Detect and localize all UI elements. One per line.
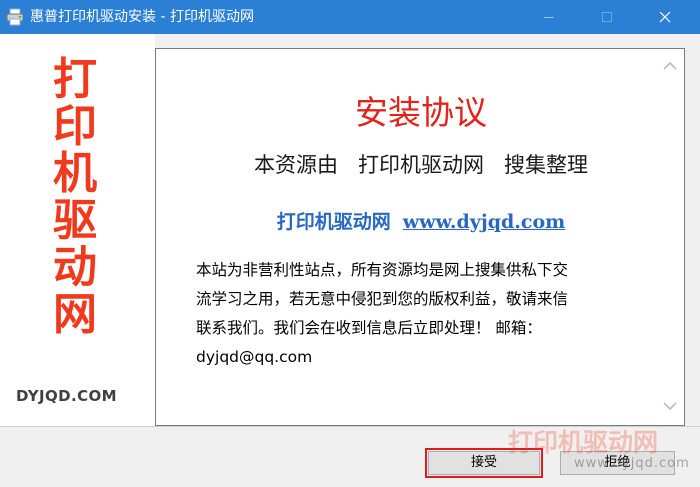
chevron-down-icon xyxy=(662,396,677,415)
minimize-icon xyxy=(543,8,555,27)
agreement-subtitle: 本资源由 打印机驱动网 搜集整理 xyxy=(253,153,589,177)
accept-button[interactable]: 接受 xyxy=(425,448,543,478)
scroll-up-button[interactable] xyxy=(655,49,684,81)
close-button[interactable] xyxy=(642,0,688,34)
brand-char: 机 xyxy=(53,148,97,199)
brand-vertical-text: 打 印 机 驱 动 网 xyxy=(47,56,103,338)
site-url-link[interactable]: www.dyjqd.com xyxy=(403,211,566,233)
printer-app-icon xyxy=(6,8,24,26)
close-icon xyxy=(659,8,671,27)
agreement-text-box[interactable]: 安装协议 本资源由 打印机驱动网 搜集整理 打印机驱动网 www.dyjqd.co… xyxy=(155,48,685,426)
chevron-up-icon xyxy=(662,56,677,75)
maximize-icon xyxy=(601,8,613,27)
brand-char: 打 xyxy=(53,54,97,105)
brand-char: 动 xyxy=(53,242,97,293)
scroll-down-button[interactable] xyxy=(655,389,684,421)
brand-char: 印 xyxy=(53,101,97,152)
title-bar[interactable]: 惠普打印机驱动安装 - 打印机驱动网 xyxy=(0,0,700,34)
brand-char: 网 xyxy=(53,289,97,340)
agreement-title: 安装协议 xyxy=(355,93,487,132)
brand-domain: DYJQD.COM xyxy=(16,387,117,405)
brand-char: 驱 xyxy=(53,195,97,246)
site-link-row: 打印机驱动网 www.dyjqd.com xyxy=(186,209,656,235)
minimize-button[interactable] xyxy=(526,0,572,34)
agreement-body: 本站为非营利性站点，所有资源均是网上搜集供私下交流学习之用，若无意中侵犯到您的版… xyxy=(196,261,569,366)
installer-window: 惠普打印机驱动安装 - 打印机驱动网 打 印 机 驱 动 网 DYJQD.COM xyxy=(0,0,700,487)
site-name: 打印机驱动网 xyxy=(276,211,391,233)
reject-button[interactable]: 拒绝 xyxy=(560,451,675,475)
vertical-scrollbar[interactable] xyxy=(655,49,684,425)
brand-sidebar: 打 印 机 驱 动 网 DYJQD.COM xyxy=(0,34,155,426)
maximize-button[interactable] xyxy=(584,0,630,34)
button-bar-divider xyxy=(0,426,700,427)
window-title: 惠普打印机驱动安装 - 打印机驱动网 xyxy=(30,9,254,25)
